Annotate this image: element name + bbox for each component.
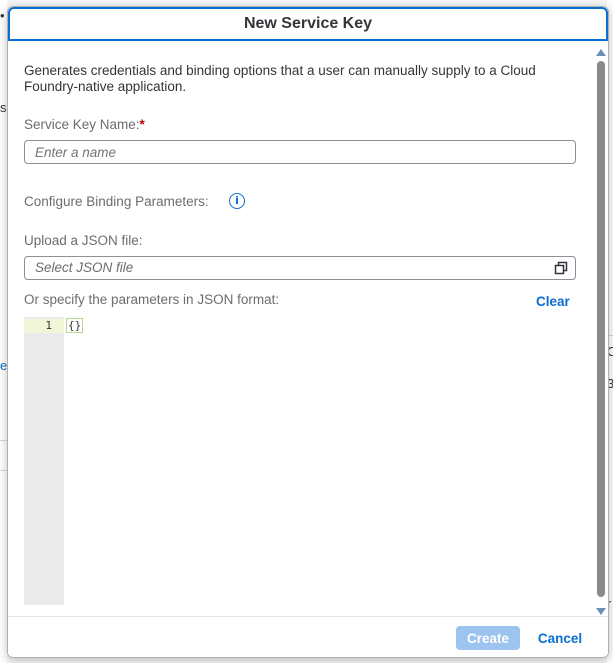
clear-button[interactable]: Clear — [536, 294, 570, 309]
scroll-up-icon[interactable] — [596, 49, 606, 56]
binding-parameters-label: Configure Binding Parameters: — [24, 194, 209, 209]
json-code-editor[interactable]: 1 {} — [24, 317, 576, 605]
code-line-content: {} — [66, 318, 84, 333]
scrollbar-thumb[interactable] — [597, 61, 605, 597]
dialog-content: Generates credentials and binding option… — [8, 43, 596, 617]
dialog-header: New Service Key — [8, 7, 608, 41]
service-key-name-label: Service Key Name:* — [24, 117, 145, 132]
vertical-scrollbar[interactable] — [595, 49, 607, 615]
json-file-uploader[interactable]: Select JSON file — [24, 256, 576, 280]
line-number: 1 — [45, 319, 52, 332]
background-divider — [0, 440, 7, 441]
scroll-down-icon[interactable] — [596, 608, 606, 615]
required-marker: * — [139, 117, 145, 132]
info-icon[interactable]: i — [229, 193, 245, 209]
new-service-key-dialog: New Service Key Generates credentials an… — [7, 6, 609, 658]
dialog-footer: Create Cancel — [8, 616, 608, 657]
code-line[interactable]: {} — [66, 318, 84, 333]
dialog-title: New Service Key — [243, 15, 373, 32]
background-divider — [0, 470, 7, 471]
upload-json-label: Upload a JSON file: — [24, 233, 143, 248]
dialog-description: Generates credentials and binding option… — [24, 63, 536, 94]
create-button[interactable]: Create — [456, 626, 520, 650]
service-key-name-input[interactable] — [24, 140, 576, 164]
window-restore-icon[interactable] — [553, 260, 569, 276]
cancel-button[interactable]: Cancel — [530, 626, 590, 650]
service-key-name-label-text: Service Key Name: — [24, 117, 140, 132]
background-text-fragment: • — [0, 8, 5, 23]
json-file-placeholder: Select JSON file — [35, 260, 134, 275]
background-text-fragment: s — [0, 100, 7, 115]
editor-gutter — [24, 317, 64, 605]
json-format-label: Or specify the parameters in JSON format… — [24, 292, 280, 307]
